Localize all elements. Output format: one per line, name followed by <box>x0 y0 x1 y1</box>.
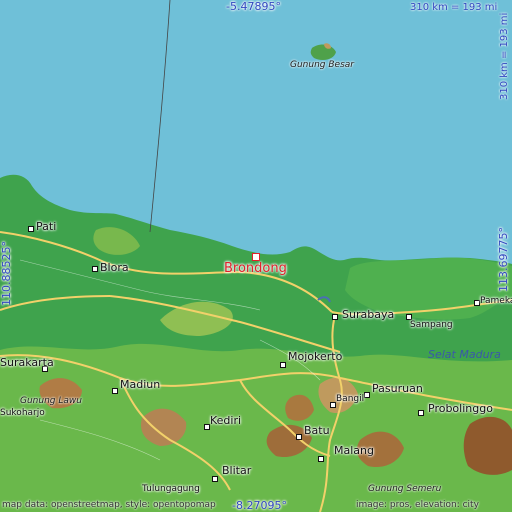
city-label: Blitar <box>222 464 252 477</box>
mountain-label: Gunung Lawu <box>20 396 82 406</box>
mountain-label: Gunung Besar <box>290 60 354 70</box>
city-dot <box>280 362 286 368</box>
city-dot <box>332 314 338 320</box>
city-dot <box>112 388 118 394</box>
coord-right: 113.69775° <box>497 227 510 292</box>
city-label: Tulungagung <box>142 484 200 494</box>
coord-top: -5.47895° <box>226 0 281 13</box>
city-dot <box>296 434 302 440</box>
featured-place-marker[interactable] <box>252 253 260 261</box>
city-dot <box>318 456 324 462</box>
city-label: Bangil <box>336 394 365 404</box>
mountain-label: Gunung Semeru <box>368 484 442 494</box>
city-label: Malang <box>334 444 374 457</box>
city-label: Sampang <box>410 320 453 330</box>
map-attribution: map data: openstreetmap, style: opentopo… <box>2 500 216 510</box>
city-label: Surabaya <box>342 308 395 321</box>
city-dot <box>28 226 34 232</box>
city-label: Batu <box>304 424 330 437</box>
sea-label: Selat Madura <box>428 348 501 361</box>
scale-bar-horizontal: 310 km = 193 mi <box>410 2 498 13</box>
city-label: Blora <box>100 261 129 274</box>
city-label: Kediri <box>210 414 242 427</box>
city-dot <box>92 266 98 272</box>
featured-place-label: Brondong <box>224 261 287 276</box>
city-label: Pameka <box>480 296 512 306</box>
coord-bottom: -8.27095° <box>232 499 287 512</box>
city-label: Pati <box>36 220 57 233</box>
city-dot <box>364 392 370 398</box>
image-attribution: image: pros, elevation: city <box>356 500 479 510</box>
city-dot <box>418 410 424 416</box>
coord-left: 110.88525° <box>0 241 13 306</box>
city-label: Sukoharjo <box>0 408 45 418</box>
city-label: Madiun <box>120 378 161 391</box>
city-label: Probolinggo <box>428 402 493 415</box>
scale-bar-vertical: 310 km = 193 mi <box>499 12 510 100</box>
city-label: Pasuruan <box>372 382 423 395</box>
map-canvas[interactable]: -5.47895° -8.27095° 110.88525° 113.69775… <box>0 0 512 512</box>
city-label: Mojokerto <box>288 350 343 363</box>
city-label: Surakarta <box>0 356 54 369</box>
city-dot <box>212 476 218 482</box>
